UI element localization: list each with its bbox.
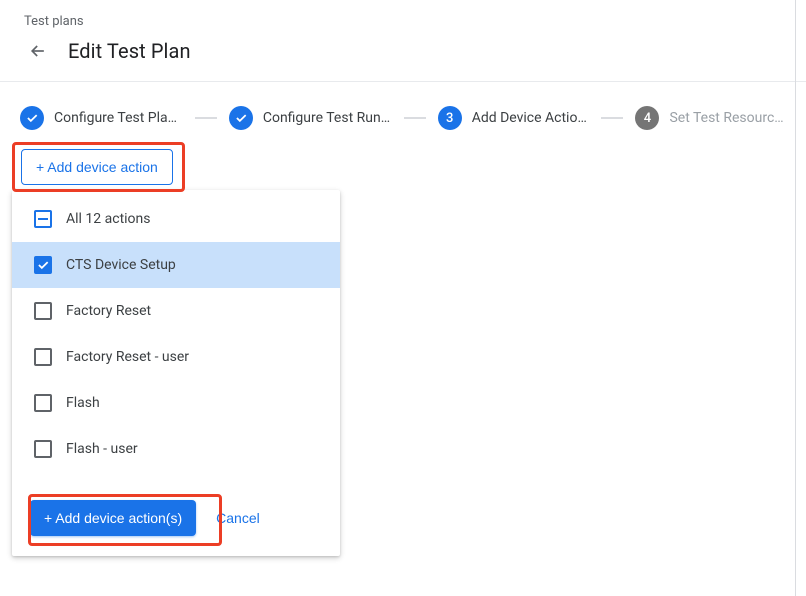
option-all-actions[interactable]: All 12 actions <box>12 196 340 242</box>
step-number-icon: 3 <box>438 106 462 130</box>
checkbox-indeterminate-icon[interactable] <box>34 210 52 228</box>
step-label: Add Device Actions <box>472 110 590 126</box>
step-configure-plan[interactable]: Configure Test Plan Config <box>20 106 183 130</box>
checkbox-unchecked-icon[interactable] <box>34 440 52 458</box>
step-connector <box>195 117 217 119</box>
step-set-test-resources[interactable]: 4 Set Test Resources <box>635 106 786 130</box>
right-divider <box>795 0 796 596</box>
option-cts-device-setup[interactable]: CTS Device Setup <box>12 242 340 288</box>
step-configure-run[interactable]: Configure Test Run Config <box>229 106 392 130</box>
option-label: All 12 actions <box>66 211 151 227</box>
page-header: Test plans Edit Test Plan <box>0 0 806 81</box>
option-label: Factory Reset - user <box>66 349 189 365</box>
check-icon <box>20 106 44 130</box>
option-list[interactable]: All 12 actions CTS Device Setup Factory … <box>12 190 340 482</box>
dropdown-actions: + Add device action(s) Cancel <box>12 482 340 556</box>
step-number-icon: 4 <box>635 106 659 130</box>
add-device-action-button[interactable]: + Add device action <box>21 149 173 185</box>
step-label: Configure Test Run Config <box>263 110 392 126</box>
checkbox-unchecked-icon[interactable] <box>34 348 52 366</box>
content-area: + Add device action All 12 actions CTS D… <box>0 142 806 185</box>
title-row: Edit Test Plan <box>28 39 782 63</box>
option-flash[interactable]: Flash <box>12 380 340 426</box>
stepper: Configure Test Plan Config Configure Tes… <box>0 82 806 142</box>
step-connector <box>601 117 623 119</box>
option-label: Flash - user <box>66 441 138 457</box>
option-label: Factory Reset <box>66 303 151 319</box>
cancel-button[interactable]: Cancel <box>216 510 260 526</box>
check-icon <box>229 106 253 130</box>
step-add-device-actions[interactable]: 3 Add Device Actions <box>438 106 590 130</box>
option-flash-user[interactable]: Flash - user <box>12 426 340 472</box>
option-factory-reset[interactable]: Factory Reset <box>12 288 340 334</box>
page-title: Edit Test Plan <box>68 39 191 63</box>
confirm-add-device-actions-button[interactable]: + Add device action(s) <box>30 500 196 536</box>
device-action-dropdown: All 12 actions CTS Device Setup Factory … <box>12 190 340 556</box>
checkbox-checked-icon[interactable] <box>34 256 52 274</box>
step-label: Configure Test Plan Config <box>54 110 183 126</box>
option-label: Flash <box>66 395 100 411</box>
checkbox-unchecked-icon[interactable] <box>34 394 52 412</box>
option-label: CTS Device Setup <box>66 257 176 273</box>
checkbox-unchecked-icon[interactable] <box>34 302 52 320</box>
back-arrow-icon[interactable] <box>28 41 48 61</box>
breadcrumb[interactable]: Test plans <box>24 14 782 29</box>
step-connector <box>404 117 426 119</box>
option-factory-reset-user[interactable]: Factory Reset - user <box>12 334 340 380</box>
step-label: Set Test Resources <box>669 110 786 126</box>
